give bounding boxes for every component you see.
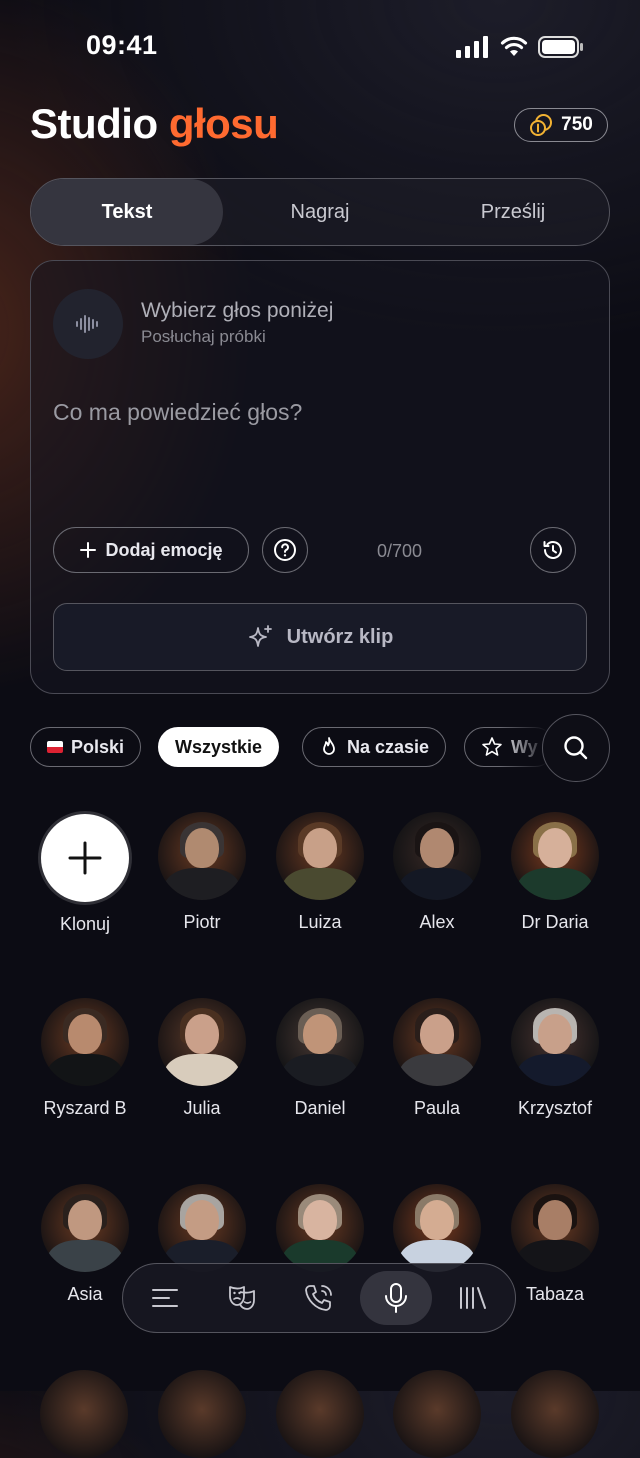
battery-icon xyxy=(538,36,583,58)
poland-flag-icon xyxy=(47,741,63,753)
text-input[interactable]: Co ma powiedzieć głos? xyxy=(53,399,302,426)
voice-item[interactable]: Krzysztof xyxy=(496,998,614,1119)
tab-nagraj[interactable]: Nagraj xyxy=(223,179,417,245)
history-icon xyxy=(543,541,562,559)
avatar xyxy=(40,1370,128,1458)
voice-name: Krzysztof xyxy=(517,1098,592,1118)
voice-item-clone[interactable]: Klonuj xyxy=(26,814,144,935)
voice-name: Luiza xyxy=(298,912,342,932)
add-emotion-label: Dodaj emocję xyxy=(105,539,223,560)
voice-item[interactable]: Paula xyxy=(378,998,496,1119)
voice-name: Daniel xyxy=(294,1098,346,1118)
title-accent: głosu xyxy=(168,100,279,147)
plus-icon xyxy=(80,542,97,558)
title-main: Studio xyxy=(30,100,158,147)
avatar xyxy=(158,998,246,1086)
voice-name: Julia xyxy=(183,1098,221,1118)
voice-item[interactable]: Dr Daria xyxy=(496,812,614,933)
mode-tabs: Tekst Nagraj Prześlij xyxy=(30,178,610,246)
voice-name: Klonuj xyxy=(59,914,111,934)
menu-icon xyxy=(152,1289,178,1307)
voice-name: Ryszard B xyxy=(43,1098,127,1118)
voice-name: Piotr xyxy=(183,912,221,932)
status-time: 09:41 xyxy=(86,30,158,60)
flame-icon xyxy=(323,737,335,755)
nav-menu[interactable] xyxy=(129,1271,201,1325)
create-clip-label: Utwórz klip xyxy=(286,625,394,648)
bottom-nav xyxy=(122,1263,516,1333)
cellular-signal-icon xyxy=(456,36,488,58)
tab-tekst[interactable]: Tekst xyxy=(31,179,223,245)
voice-item[interactable]: Luiza xyxy=(261,812,379,933)
nav-studio[interactable] xyxy=(360,1271,432,1325)
avatar xyxy=(511,1370,599,1458)
question-icon xyxy=(274,539,296,561)
microphone-icon xyxy=(385,1283,407,1313)
selected-voice-avatar[interactable] xyxy=(53,289,123,359)
clone-avatar[interactable] xyxy=(41,814,129,902)
avatar xyxy=(158,812,246,900)
waveform-icon xyxy=(76,315,98,333)
theater-masks-icon xyxy=(229,1286,255,1310)
nav-library[interactable] xyxy=(437,1271,509,1325)
avatar xyxy=(393,1370,481,1458)
chip-label: Polski xyxy=(71,736,125,757)
avatar xyxy=(393,998,481,1086)
nav-calls[interactable] xyxy=(283,1271,355,1325)
avatar xyxy=(158,1370,246,1458)
voice-item[interactable]: Piotr xyxy=(143,812,261,933)
create-clip-button[interactable]: Utwórz klip xyxy=(53,603,587,671)
voice-item[interactable]: Daniel xyxy=(261,998,379,1119)
coins-icon xyxy=(530,114,553,136)
avatar xyxy=(41,998,129,1086)
avatar xyxy=(158,1184,246,1272)
help-button[interactable] xyxy=(262,527,308,573)
avatar xyxy=(276,812,364,900)
search-icon xyxy=(564,736,588,760)
voice-name: Paula xyxy=(413,1098,461,1118)
plus-icon xyxy=(68,841,102,875)
char-counter: 0/700 xyxy=(377,541,423,561)
library-icon xyxy=(460,1287,486,1309)
status-icons xyxy=(456,36,584,58)
avatar xyxy=(276,1184,364,1272)
chip-label: Na czasie xyxy=(347,736,430,757)
tab-przeslij[interactable]: Prześlij xyxy=(417,179,609,245)
search-button[interactable] xyxy=(542,714,610,782)
voice-name: Dr Daria xyxy=(521,912,589,932)
voice-item[interactable]: Ryszard B xyxy=(26,998,144,1119)
history-button[interactable] xyxy=(530,527,576,573)
phone-call-icon xyxy=(305,1285,332,1311)
avatar xyxy=(393,1184,481,1272)
nav-emotions[interactable] xyxy=(206,1271,278,1325)
voice-item[interactable]: Alex xyxy=(378,812,496,933)
voice-item[interactable]: Julia xyxy=(143,998,261,1119)
composer-card: Wybierz głos poniżej Posłuchaj próbki Co… xyxy=(30,260,610,694)
chip-label: Wszystkie xyxy=(175,736,263,757)
voice-placeholder[interactable]: Wybierz głos poniżej xyxy=(141,299,333,323)
chip-wszystkie[interactable]: Wszystkie xyxy=(158,727,280,767)
avatar xyxy=(511,812,599,900)
credits-value: 750 xyxy=(561,114,593,135)
page-title: Studio głosu xyxy=(30,100,279,148)
voice-name: Alex xyxy=(419,912,455,932)
avatar xyxy=(511,998,599,1086)
chip-polski[interactable]: Polski xyxy=(30,727,142,767)
avatar xyxy=(393,812,481,900)
wifi-icon xyxy=(500,36,528,56)
avatar xyxy=(511,1184,599,1272)
voice-hint: Posłuchaj próbki xyxy=(141,327,266,346)
add-emotion-button[interactable]: Dodaj emocję xyxy=(53,527,249,573)
sparkle-icon xyxy=(248,625,272,647)
credits-badge[interactable]: 750 xyxy=(514,108,608,142)
avatar xyxy=(276,1370,364,1458)
chip-na-czasie[interactable]: Na czasie xyxy=(302,727,447,767)
avatar xyxy=(276,998,364,1086)
avatar xyxy=(41,1184,129,1272)
